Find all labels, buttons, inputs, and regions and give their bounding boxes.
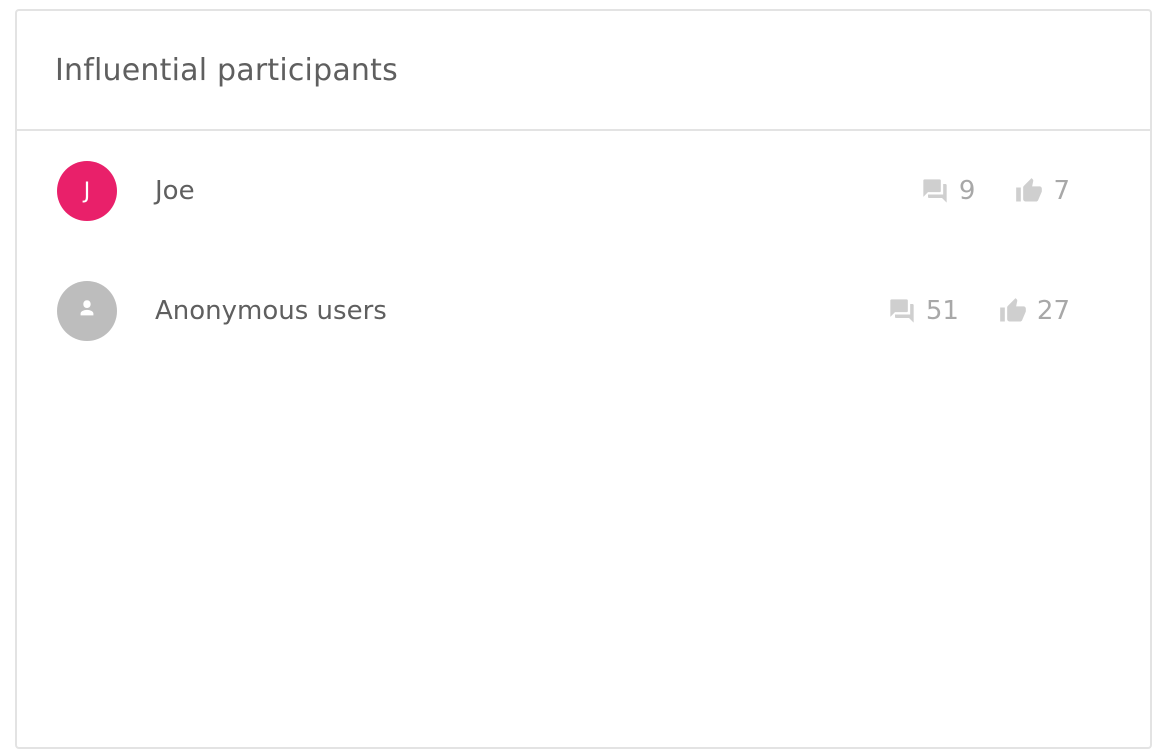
influential-participants-card: Influential participants J Joe 9 7 Anony… [15, 9, 1152, 749]
thumbs-up-icon [999, 297, 1027, 325]
comments-count: 9 [958, 176, 976, 206]
card-title: Influential participants [55, 52, 398, 88]
forum-icon [921, 177, 949, 205]
thumbs-up-icon [1015, 177, 1043, 205]
participant-row-anonymous[interactable]: Anonymous users 51 27 [17, 251, 1150, 371]
avatar [57, 281, 117, 341]
participant-name: Anonymous users [155, 296, 387, 326]
likes-stat: 7 [1015, 176, 1070, 206]
likes-count: 7 [1053, 176, 1070, 206]
participant-stats: 9 7 [921, 176, 1070, 206]
avatar-letter: J [83, 178, 91, 204]
comments-stat: 9 [921, 176, 976, 206]
participants-list: J Joe 9 7 Anonymous users 51 27 [17, 131, 1150, 371]
comments-count: 51 [925, 296, 959, 326]
card-header: Influential participants [17, 11, 1150, 131]
person-icon [76, 297, 98, 325]
avatar: J [57, 161, 117, 221]
forum-icon [888, 297, 916, 325]
participant-row-joe[interactable]: J Joe 9 7 [17, 131, 1150, 251]
participant-name: Joe [155, 176, 195, 206]
participant-stats: 51 27 [888, 296, 1070, 326]
comments-stat: 51 [888, 296, 959, 326]
likes-stat: 27 [999, 296, 1070, 326]
likes-count: 27 [1036, 296, 1070, 326]
